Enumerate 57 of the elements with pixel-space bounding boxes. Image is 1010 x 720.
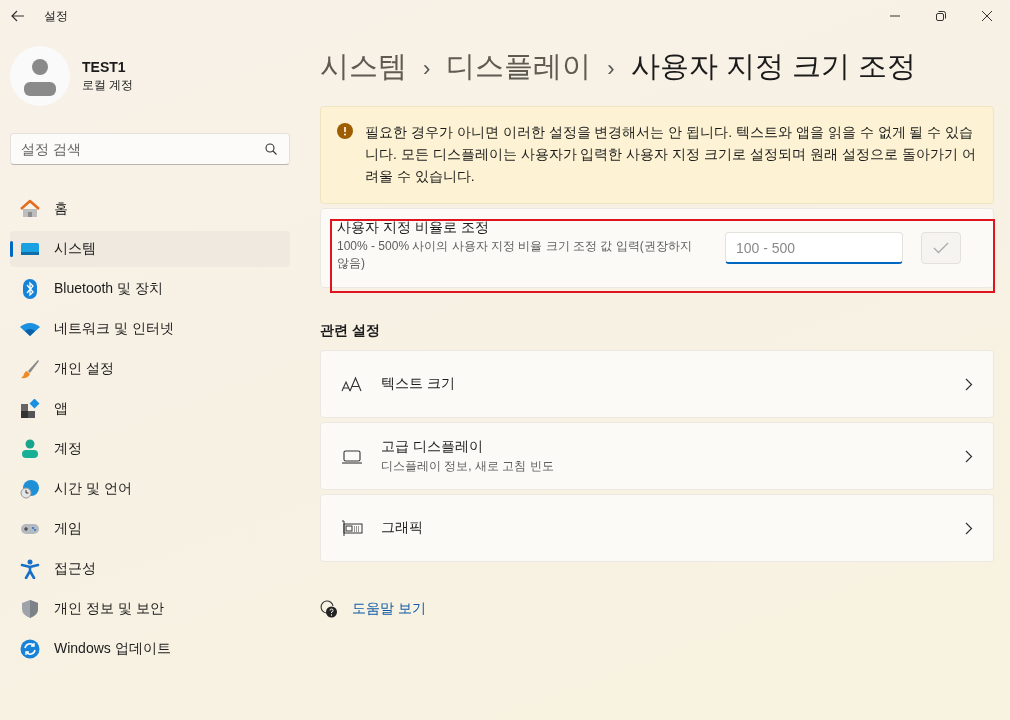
laptop-icon xyxy=(341,448,363,464)
chevron-right-icon xyxy=(965,377,973,391)
link-title: 고급 디스플레이 xyxy=(381,437,484,456)
nav-item[interactable]: 홈 xyxy=(10,191,290,227)
warning-text: 필요한 경우가 아니면 이러한 설정을 변경해서는 안 됩니다. 텍스트와 앱을 읽을 수 없게 될 수 있습니다. 모든 디스플레이는 사용자가 입력한 사용자 지정 크기로 설정되며 원래 설정으로 돌아가기 어려울 수 있습니다. xyxy=(365,123,977,186)
person-icon xyxy=(20,439,40,459)
house-icon xyxy=(20,199,40,219)
nav-item[interactable]: Windows 업데이트 xyxy=(10,631,290,667)
window-title: 설정 xyxy=(44,7,68,25)
font-size-icon xyxy=(341,376,363,392)
close-icon xyxy=(982,11,992,21)
settings-link-card[interactable]: 텍스트 크기 xyxy=(320,350,994,418)
globe-clock-icon xyxy=(20,479,40,499)
nav-item[interactable]: 게임 xyxy=(10,511,290,547)
nav-item[interactable]: 계정 xyxy=(10,431,290,467)
link-title: 텍스트 크기 xyxy=(381,375,456,393)
search-icon xyxy=(265,143,277,155)
nav-item[interactable]: 앱 xyxy=(10,391,290,427)
nav-item[interactable]: 네트워크 및 인터넷 xyxy=(10,311,290,347)
bluetooth-icon xyxy=(20,279,40,299)
chevron-right-icon xyxy=(965,449,973,463)
nav-item[interactable]: 시간 및 언어 xyxy=(10,471,290,507)
setting-title: 사용자 지정 비율로 조정 xyxy=(337,218,490,237)
nav-item[interactable]: 접근성 xyxy=(10,551,290,587)
shield-icon xyxy=(20,599,40,619)
help-link[interactable]: 도움말 보기 xyxy=(352,600,426,618)
section-heading: 관련 설정 xyxy=(320,322,381,340)
checkmark-icon xyxy=(933,242,949,254)
breadcrumb-item[interactable]: 시스템 xyxy=(320,46,407,86)
brush-icon xyxy=(20,359,40,379)
sync-icon xyxy=(20,639,40,659)
scale-input[interactable]: 100 - 500 xyxy=(725,232,903,264)
settings-link-card[interactable]: 그래픽 xyxy=(320,494,994,562)
accessibility-icon xyxy=(20,559,40,579)
account-name: TEST1 xyxy=(82,58,127,75)
nav-item[interactable]: 개인 설정 xyxy=(10,351,290,387)
breadcrumb-item[interactable]: 디스플레이 xyxy=(446,46,592,86)
account-type: 로컬 계정 xyxy=(82,76,134,94)
nav-item[interactable]: 개인 정보 및 보안 xyxy=(10,591,290,627)
nav-item[interactable]: 시스템 xyxy=(10,231,290,267)
apps-icon xyxy=(20,399,40,419)
settings-link-card[interactable]: 고급 디스플레이 디스플레이 정보, 새로 고침 빈도 xyxy=(320,422,994,490)
graphics-card-icon xyxy=(341,520,363,536)
help-icon xyxy=(320,600,338,618)
selection-indicator xyxy=(10,241,13,257)
restore-icon xyxy=(936,11,946,21)
search-field[interactable]: 설정 검색 xyxy=(10,133,290,165)
link-title: 그래픽 xyxy=(381,519,424,537)
breadcrumb-separator: › xyxy=(607,55,615,83)
back-arrow-icon xyxy=(11,10,25,22)
link-subtitle: 디스플레이 정보, 새로 고침 빈도 xyxy=(381,457,555,475)
chevron-right-icon xyxy=(965,521,973,535)
nav-item[interactable]: Bluetooth 및 장치 xyxy=(10,271,290,307)
warning-icon xyxy=(337,123,353,139)
breadcrumb-separator: › xyxy=(423,55,431,83)
setting-description: 100% - 500% 사이의 사용자 지정 비율 크기 조정 값 입력(권장하지 않음) xyxy=(337,237,693,272)
breadcrumb-item: 사용자 지정 크기 조정 xyxy=(630,49,916,84)
